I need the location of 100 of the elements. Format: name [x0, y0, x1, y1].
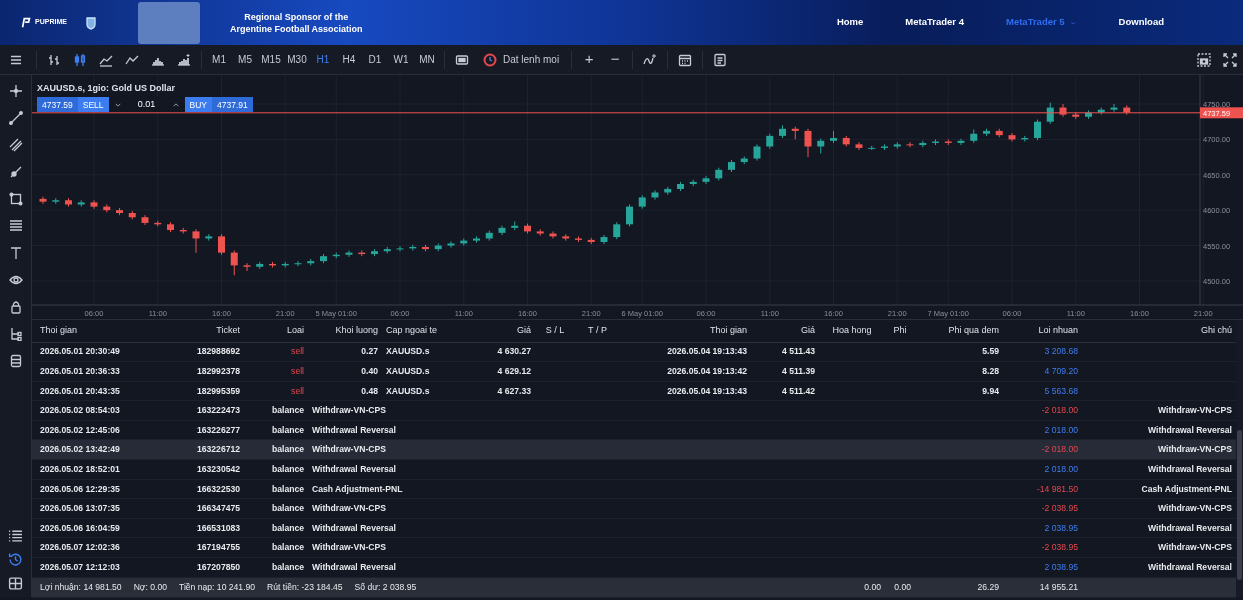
column-header[interactable]: Phi qua dem [915, 320, 1003, 342]
timeframe-button[interactable]: H4 [336, 47, 362, 72]
candle [358, 250, 366, 257]
baseline-chart-icon [177, 52, 191, 67]
table-row[interactable]: 2026.05.02 12:45:06 163226277 balance Withdrawal Reversal 2 018.00 Withdrawal Reversal [32, 420, 1236, 440]
column-header[interactable]: Loai [244, 320, 308, 342]
candle [447, 240, 455, 249]
column-header[interactable]: Thoi gian [620, 320, 751, 342]
candle [881, 143, 888, 151]
timeframe-button[interactable]: MN [414, 47, 440, 72]
candle [689, 179, 697, 187]
table-cell: balance [244, 479, 308, 499]
timeframe-button[interactable]: H1 [310, 47, 336, 72]
table-row[interactable]: 2026.05.01 20:30:49 182988692 sell 0.27 XAUUSD.s 4 630.27 2026.05.04 19:13:43 4 511.43 5.59 3 208.68 [32, 342, 1236, 362]
table-cell: Withdraw-VN-CPS [1082, 439, 1236, 460]
table-row[interactable]: 2026.05.07 12:02:36 167194755 balance Withdraw-VN-CPS -2 038.95 Withdraw-VN-CPS [32, 537, 1236, 558]
sell-button[interactable]: 4737.59 SELL [37, 97, 109, 112]
table-row[interactable]: 2026.05.01 20:36:33 182992378 sell 0.40 XAUUSD.s 4 629.12 2026.05.04 19:13:42 4 511.39 8.28 4 709.20 [32, 361, 1236, 382]
candle [728, 159, 735, 173]
column-header[interactable]: Loi nhuan [1003, 320, 1082, 342]
table-cell: 182995359 [180, 381, 244, 401]
nav-link[interactable]: Home [815, 15, 885, 30]
candle [600, 234, 608, 245]
profit-cell: 4 709.20 [1003, 361, 1082, 382]
calendar-icon [678, 52, 693, 67]
total-cell: 0.00 [885, 577, 915, 598]
column-header[interactable]: Ticket [180, 320, 244, 342]
timeframe-button[interactable]: W1 [388, 47, 414, 72]
column-header[interactable]: Giá [751, 320, 819, 342]
table-cell: 166347475 [180, 498, 244, 519]
scrollbar-thumb[interactable] [1237, 430, 1242, 580]
column-header[interactable]: T / P [575, 320, 620, 342]
zoom-in-button[interactable]: + [576, 47, 603, 72]
table-cell: 163222473 [180, 400, 244, 421]
column-header[interactable]: Cap ngoai te [382, 320, 480, 342]
candle [52, 197, 60, 205]
candle [804, 128, 812, 158]
column-header[interactable]: Thoi gian [32, 320, 180, 342]
total-cell: 26.29 [915, 577, 1003, 598]
table-cell: 4 511.39 [751, 361, 819, 382]
column-header[interactable]: Phi [885, 320, 915, 342]
column-header[interactable]: S / L [535, 320, 575, 342]
table-row[interactable]: 2026.05.06 13:07:35 166347475 balance Withdraw-VN-CPS -2 038.95 Withdraw-VN-CPS [32, 498, 1236, 519]
table-row[interactable]: 2026.05.02 08:54:03 163222473 balance Withdraw-VN-CPS -2 018.00 Withdraw-VN-CPS [32, 400, 1236, 421]
table-row[interactable]: 2026.05.06 16:04:59 166531083 balance Withdrawal Reversal 2 038.95 Withdrawal Reversal [32, 518, 1236, 538]
summary-text: Tiền nạp: 10 241.90 [178, 581, 256, 592]
buy-button[interactable]: BUY 4737.91 [184, 97, 253, 112]
history-icon [8, 551, 23, 567]
candle [1021, 135, 1029, 142]
column-header[interactable]: Hoa hong [819, 320, 885, 342]
profit-cell: 2 038.95 [1003, 518, 1082, 538]
candle [740, 155, 748, 165]
indicator-icon [643, 52, 658, 67]
timeframe-button[interactable]: M15 [258, 47, 284, 72]
table-row[interactable]: 2026.05.01 20:43:35 182995359 sell 0.48 XAUUSD.s 4 627.33 2026.05.04 19:13:43 4 511.42 9.94 5 563.68 [32, 381, 1236, 401]
table-row[interactable]: 2026.05.02 13:42:49 163226712 balance Withdraw-VN-CPS -2 018.00 Withdraw-VN-CPS [32, 439, 1236, 460]
candle [638, 194, 646, 210]
total-cell: 0.00 [819, 577, 885, 598]
table-row[interactable]: 2026.05.07 12:12:03 167207850 balance Withdrawal Reversal 2 038.95 Withdrawal Reversal [32, 557, 1236, 578]
column-header[interactable]: Khoi luong [308, 320, 382, 342]
candle [944, 138, 952, 146]
trade-type-cell: sell [244, 361, 308, 382]
table-cell: 9.94 [915, 381, 1003, 401]
lock-icon [8, 300, 23, 314]
table-cell: 2026.05.02 13:42:49 [32, 439, 180, 460]
bars-chart-icon [47, 52, 61, 67]
table-cell: 8.28 [915, 361, 1003, 382]
table-cell: 163226277 [180, 420, 244, 440]
tree-icon [8, 327, 23, 341]
volume-field[interactable]: 0.01 [126, 97, 167, 112]
nav-link[interactable]: MetaTrader 4 [884, 15, 985, 30]
logo-mark-icon [20, 16, 32, 29]
table-cell: XAUUSD.s [382, 342, 480, 362]
table-cell: 2026.05.01 20:36:33 [32, 361, 180, 382]
text-icon [8, 246, 23, 260]
table-row[interactable]: 2026.05.06 12:29:35 166322530 balance Cash Adjustment-PNL -14 981.50 Cash Adjustment-PNL [32, 479, 1236, 499]
column-header[interactable]: Giá [480, 320, 535, 342]
timeframe-button[interactable]: M30 [284, 47, 310, 72]
table-cell: balance [244, 420, 308, 440]
candle [957, 138, 965, 146]
zoom-out-button[interactable]: − [602, 47, 629, 72]
timeframe-button[interactable]: M5 [232, 47, 258, 72]
comment-cell: Cash Adjustment-PNL [308, 479, 1003, 499]
trend-line-icon [8, 111, 23, 125]
total-cell: 14 955.21 [1003, 577, 1082, 598]
nav-link[interactable]: Download [1097, 15, 1185, 30]
candle [1008, 132, 1016, 142]
table-row[interactable]: 2026.05.02 18:52:01 163230542 balance Withdrawal Reversal 2 018.00 Withdrawal Reversal [32, 459, 1236, 480]
trade-type-cell: sell [244, 342, 308, 362]
candle [1085, 109, 1092, 120]
timeframe-button[interactable]: M1 [206, 47, 232, 72]
candle [842, 135, 850, 147]
rectangle-icon [8, 192, 23, 206]
summary-text: Lợi nhuận: 14 981.50 [40, 581, 122, 592]
candle [613, 221, 621, 240]
candle [651, 189, 659, 201]
new-order-button[interactable]: Dat lenh moi [475, 47, 568, 72]
photo-placeholder [137, 1, 200, 44]
timeframe-button[interactable]: D1 [362, 47, 388, 72]
candle [320, 253, 327, 264]
